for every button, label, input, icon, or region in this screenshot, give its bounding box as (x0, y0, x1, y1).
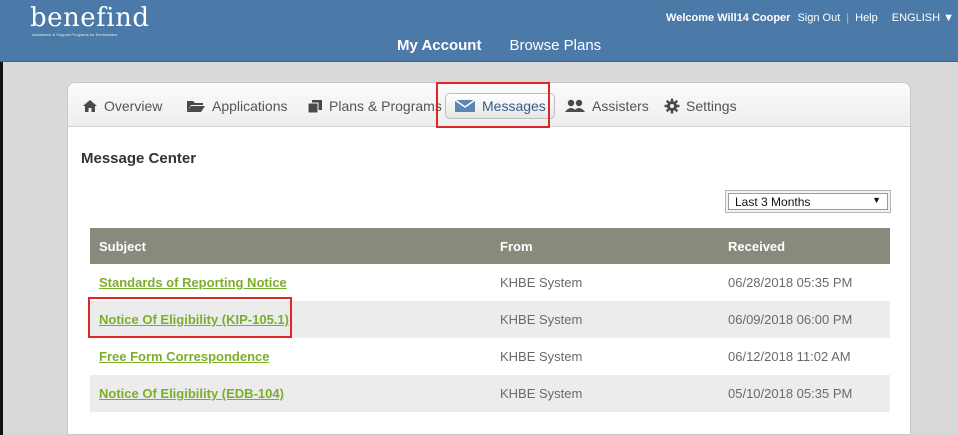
site-header: benefind Assistance & Support Programs f… (0, 0, 958, 62)
folder-icon (186, 99, 206, 113)
link-separator: | (846, 12, 850, 24)
utility-links: Welcome Will14 Cooper Sign Out | Help EN… (666, 12, 954, 24)
tab-overview[interactable]: Overview (82, 95, 162, 117)
column-header-from[interactable]: From (500, 239, 728, 254)
date-range-select-box[interactable]: Last 3 Months ▼ (728, 193, 888, 210)
help-link[interactable]: Help (855, 12, 878, 24)
chevron-down-icon: ▼ (872, 195, 881, 205)
from-cell: KHBE System (500, 386, 583, 401)
window-border (0, 62, 3, 435)
messages-tab-highlight (436, 82, 550, 128)
tab-settings-label: Settings (686, 98, 737, 114)
column-header-subject[interactable]: Subject (90, 239, 500, 254)
date-range-select[interactable]: Last 3 Months ▼ (725, 190, 891, 213)
tab-plans-programs[interactable]: Plans & Programs (307, 95, 442, 117)
tab-applications[interactable]: Applications (186, 95, 288, 117)
page-title: Message Center (81, 150, 197, 167)
welcome-text: Welcome Will14 Cooper (666, 12, 791, 24)
sign-out-link[interactable]: Sign Out (797, 12, 840, 24)
language-selector[interactable]: ENGLISH ▼ (892, 12, 954, 24)
subject-cell: Standards of Reporting Notice (90, 275, 500, 290)
received-cell: 05/10/2018 05:35 PM (728, 386, 853, 401)
date-range-value: Last 3 Months (735, 195, 811, 209)
from-cell: KHBE System (500, 349, 583, 364)
table-row: Free Form Correspondence KHBE System 06/… (90, 338, 890, 375)
message-subject-link[interactable]: Notice Of Eligibility (EDB-104) (99, 386, 284, 401)
notice-link-highlight (88, 297, 292, 338)
subject-cell: Notice Of Eligibility (EDB-104) (90, 386, 500, 401)
tab-overview-label: Overview (104, 98, 163, 114)
users-icon (564, 99, 586, 113)
column-header-received[interactable]: Received (728, 239, 890, 254)
gear-icon (664, 98, 680, 114)
received-cell: 06/09/2018 06:00 PM (728, 312, 853, 327)
tab-settings[interactable]: Settings (664, 95, 737, 117)
tab-assisters-label: Assisters (592, 98, 649, 114)
tab-applications-label: Applications (212, 98, 288, 114)
primary-nav: My Account Browse Plans (397, 37, 601, 54)
home-icon (82, 99, 98, 113)
from-cell: KHBE System (500, 312, 583, 327)
nav-browse-plans[interactable]: Browse Plans (509, 37, 601, 54)
tab-assisters[interactable]: Assisters (564, 95, 649, 117)
table-row: Notice Of Eligibility (EDB-104) KHBE Sys… (90, 375, 890, 412)
message-subject-link[interactable]: Standards of Reporting Notice (99, 275, 287, 290)
from-cell: KHBE System (500, 275, 583, 290)
table-row: Standards of Reporting Notice KHBE Syste… (90, 264, 890, 301)
table-header: Subject From Received (90, 228, 890, 264)
benefind-logo[interactable]: benefind Assistance & Support Programs f… (30, 4, 150, 38)
received-cell: 06/12/2018 11:02 AM (728, 349, 851, 364)
logo-wordmark: benefind (30, 3, 150, 33)
subject-cell: Free Form Correspondence (90, 349, 500, 364)
message-subject-link[interactable]: Free Form Correspondence (99, 349, 270, 364)
received-cell: 06/28/2018 05:35 PM (728, 275, 853, 290)
copy-icon (307, 99, 323, 114)
tab-plans-programs-label: Plans & Programs (329, 98, 442, 114)
nav-my-account[interactable]: My Account (397, 37, 481, 54)
